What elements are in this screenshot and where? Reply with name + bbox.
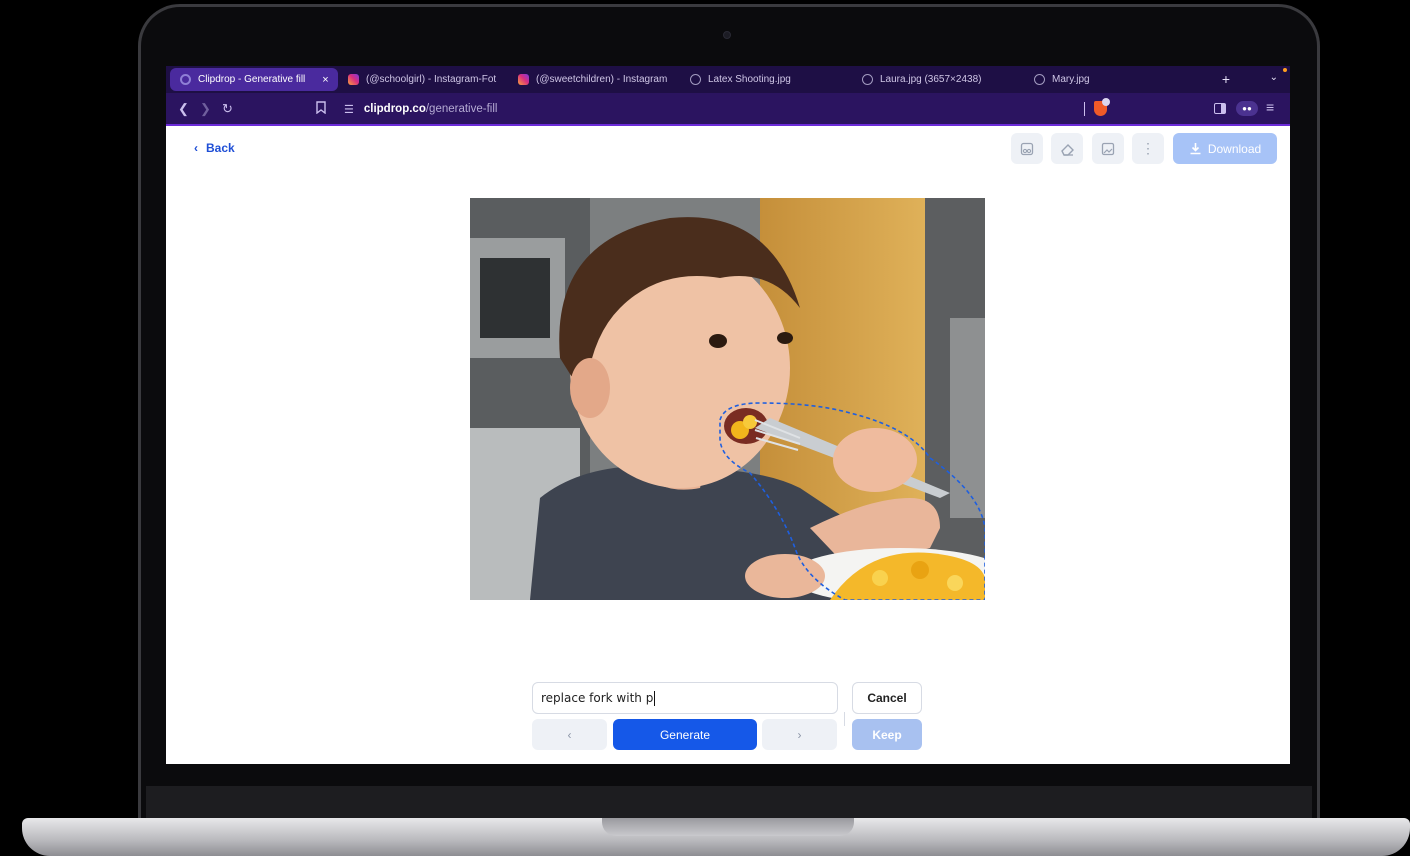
more-vertical-icon: ⋮: [1141, 140, 1155, 156]
url-field[interactable]: ☰ clipdrop.co/generative-fill: [344, 99, 497, 119]
image-tool-button[interactable]: [1092, 133, 1124, 164]
back-arrow-icon[interactable]: ❮: [178, 101, 189, 117]
close-tab-icon[interactable]: ×: [322, 74, 328, 86]
prompt-input[interactable]: replace fork with p: [532, 682, 838, 714]
previous-result-button[interactable]: ‹: [532, 719, 607, 750]
url-host: clipdrop.co: [363, 103, 426, 115]
new-tab-button[interactable]: +: [1222, 71, 1230, 87]
site-settings-icon[interactable]: ☰: [344, 103, 354, 116]
tab-latex-shooting[interactable]: Latex Shooting.jpg: [680, 68, 852, 91]
chevron-right-icon: ›: [797, 727, 802, 742]
bookmark-icon[interactable]: [316, 101, 326, 117]
crop-tool-button[interactable]: [1011, 133, 1043, 164]
globe-icon: [690, 74, 701, 85]
tab-laura[interactable]: Laura.jpg (3657×2438): [852, 68, 1024, 91]
eraser-tool-button[interactable]: [1051, 133, 1083, 164]
sidebar-toggle-icon[interactable]: [1214, 103, 1226, 114]
photo-illustration: [470, 198, 985, 600]
generate-button[interactable]: Generate: [613, 719, 757, 750]
tab-label: Clipdrop - Generative fill: [198, 74, 306, 85]
image-edit-icon: [1101, 142, 1115, 155]
reload-icon[interactable]: ↻: [222, 101, 233, 117]
tab-label: (@sweetchildren) - Instagram: [536, 74, 668, 85]
download-label: Download: [1207, 141, 1262, 156]
notification-dot: [1283, 68, 1287, 72]
chevron-left-icon: ‹: [567, 727, 572, 742]
download-button[interactable]: Download: [1173, 133, 1277, 164]
more-options-button[interactable]: ⋮: [1132, 133, 1164, 164]
address-bar: ❮ ❯ ↻ ☰ clipdrop.co/generative-fill ●● ≡: [166, 93, 1290, 126]
panel-divider: [844, 712, 845, 726]
forward-arrow-icon[interactable]: ❯: [200, 101, 211, 117]
eraser-icon: [1060, 143, 1074, 156]
tab-schoolgirl[interactable]: (@schoolgirl) - Instagram-Fot: [338, 68, 508, 91]
tab-label: Latex Shooting.jpg: [708, 74, 791, 85]
chevron-left-icon: ‹: [194, 141, 198, 155]
instagram-icon: [518, 74, 529, 85]
camera: [723, 31, 731, 39]
tab-clipdrop[interactable]: Clipdrop - Generative fill ×: [170, 68, 338, 91]
back-label: Back: [206, 141, 235, 155]
wallet-icon[interactable]: ●●: [1236, 101, 1258, 116]
tab-label: Laura.jpg (3657×2438): [880, 74, 982, 85]
edit-image[interactable]: [470, 198, 985, 600]
tab-list-button[interactable]: ⌄: [1270, 72, 1278, 83]
back-button[interactable]: ‹ Back: [194, 141, 235, 155]
tab-sweetchildren[interactable]: (@sweetchildren) - Instagram: [508, 68, 680, 91]
keep-button[interactable]: Keep: [852, 719, 922, 750]
cancel-button[interactable]: Cancel: [852, 682, 922, 714]
url-path: /generative-fill: [425, 103, 498, 115]
text-cursor: [654, 690, 656, 706]
shield-badge: [1102, 98, 1110, 106]
next-result-button[interactable]: ›: [762, 719, 837, 750]
download-icon: [1190, 143, 1201, 155]
instagram-icon: [348, 74, 359, 85]
laptop-notch: [602, 818, 854, 836]
screen-bezel: [146, 786, 1312, 820]
prompt-text: replace fork with p: [541, 691, 654, 705]
tab-mary[interactable]: Mary.jpg: [1024, 68, 1144, 91]
globe-icon: [862, 74, 873, 85]
globe-icon: [1034, 74, 1045, 85]
screen: Clipdrop - Generative fill × (@schoolgir…: [166, 66, 1290, 764]
tab-label: (@schoolgirl) - Instagram-Fot: [366, 74, 497, 85]
menu-icon[interactable]: ≡: [1266, 99, 1274, 115]
tab-label: Mary.jpg: [1052, 74, 1090, 85]
crop-icon: [1020, 142, 1034, 155]
tab-bar: Clipdrop - Generative fill × (@schoolgir…: [166, 66, 1290, 93]
clipdrop-icon: [180, 74, 191, 85]
address-divider: [1084, 102, 1085, 116]
